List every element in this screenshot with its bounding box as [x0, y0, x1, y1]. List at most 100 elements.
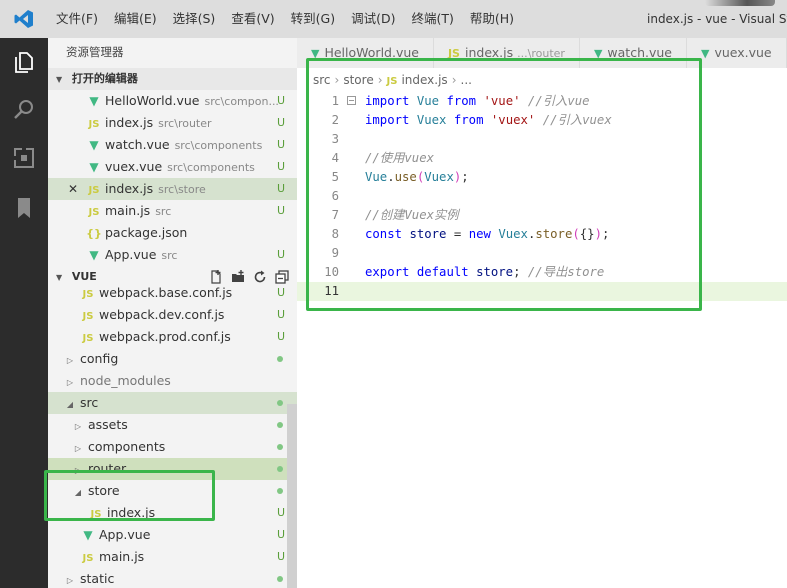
breadcrumb-item[interactable]: src: [313, 73, 331, 87]
folder-item[interactable]: ▷ node_modules: [48, 370, 297, 392]
folder-item[interactable]: ◢ store: [48, 480, 297, 502]
open-editor-item[interactable]: ▼ App.vue src U: [48, 244, 297, 266]
tab-label: index.js: [464, 45, 514, 60]
folder-item[interactable]: ▷ components: [48, 436, 297, 458]
menu-item[interactable]: 查看(V): [223, 0, 282, 38]
folder-name: config: [80, 351, 119, 366]
fold-icon[interactable]: [347, 96, 356, 105]
chevron-right-icon[interactable]: ▷: [72, 416, 84, 438]
menu-item[interactable]: 终端(T): [403, 0, 461, 38]
code-line[interactable]: 7 //创建Vuex实例: [297, 206, 787, 225]
menu-item[interactable]: 调试(D): [343, 0, 403, 38]
editor-tabs: ▼ HelloWorld.vue JS index.js ...\router ▼ watc…: [297, 38, 787, 68]
code-editor[interactable]: src › store › JS index.js ›... 1 import Vue fro…: [297, 68, 787, 588]
chevron-right-icon[interactable]: ▷: [72, 438, 84, 460]
file-name: webpack.base.conf.js: [99, 285, 233, 300]
code-token: ): [594, 227, 602, 241]
folder-item[interactable]: ▷ router: [48, 458, 297, 480]
extensions-icon[interactable]: [12, 146, 36, 170]
code-line[interactable]: 10 export default store; //导出store: [297, 263, 787, 282]
breadcrumb-item[interactable]: index.js: [401, 73, 447, 87]
chevron-right-icon[interactable]: ▷: [72, 460, 84, 482]
modified-dot: [277, 466, 283, 472]
close-icon[interactable]: ✕: [68, 178, 78, 200]
file-item[interactable]: JS webpack.dev.conf.js U: [48, 304, 297, 326]
explorer-icon[interactable]: [12, 50, 36, 74]
tab-label: watch.vue: [607, 45, 672, 60]
code-token: =: [446, 227, 469, 241]
folder-name: components: [88, 439, 166, 454]
open-editor-item[interactable]: JS index.js src\router U: [48, 112, 297, 134]
vue-file-icon: ▼: [83, 528, 93, 542]
code-token: 'vue': [483, 94, 521, 108]
code-line[interactable]: 6: [297, 187, 787, 206]
code-token: ;: [602, 227, 610, 241]
menu-item[interactable]: 帮助(H): [462, 0, 522, 38]
open-editor-item[interactable]: ▼ vuex.vue src\components U: [48, 156, 297, 178]
file-item[interactable]: JS webpack.base.conf.js U: [48, 282, 297, 304]
code-token: Vue: [416, 94, 440, 108]
open-editor-item[interactable]: ▼ HelloWorld.vue src\compon... U: [48, 90, 297, 112]
code-line[interactable]: 4 //使用vuex: [297, 149, 787, 168]
folder-item[interactable]: ▷ config: [48, 348, 297, 370]
code-line[interactable]: 11: [297, 282, 787, 301]
chevron-down-icon[interactable]: ◢: [64, 394, 76, 416]
editor-tab[interactable]: ▼ watch.vue: [579, 38, 687, 68]
folder-name: node_modules: [80, 373, 171, 388]
file-item[interactable]: JS main.js U: [48, 546, 297, 568]
menu-item[interactable]: 转到(G): [283, 0, 343, 38]
code-area[interactable]: 1 import Vue from 'vue' //引入vue 2 import Vu…: [297, 92, 787, 301]
editor-tab[interactable]: JS index.js ...\router: [433, 38, 580, 68]
open-editor-item[interactable]: ▼ watch.vue src\components U: [48, 134, 297, 156]
git-status-badge: U: [276, 550, 285, 563]
file-item[interactable]: JS index.js U: [48, 502, 297, 524]
chevron-down-icon[interactable]: ◢: [72, 482, 84, 504]
file-item[interactable]: ▼ App.vue U: [48, 524, 297, 546]
editor-tab[interactable]: ▼ vuex.vue: [686, 38, 787, 68]
open-editor-item[interactable]: JS main.js src U: [48, 200, 297, 222]
file-path: src\compon...: [204, 95, 279, 108]
chevron-right-icon[interactable]: ▷: [64, 350, 76, 372]
folder-item[interactable]: ◢ src: [48, 392, 297, 414]
menu-item[interactable]: 编辑(E): [106, 0, 165, 38]
bookmark-icon[interactable]: [12, 196, 36, 220]
sidebar-scrollbar[interactable]: [287, 404, 297, 588]
open-editors-header[interactable]: ▼ 打开的编辑器: [48, 68, 297, 90]
file-item[interactable]: JS webpack.prod.conf.js U: [48, 326, 297, 348]
open-editor-item[interactable]: ✕ JS index.js src\store U: [48, 178, 297, 200]
git-status-badge: U: [276, 308, 285, 321]
code-line[interactable]: 8 const store = new Vuex.store({});: [297, 225, 787, 244]
code-line[interactable]: 2 import Vuex from 'vuex' //引入vuex: [297, 111, 787, 130]
code-text: import Vue from 'vue' //引入vue: [365, 92, 590, 111]
code-line[interactable]: 3: [297, 130, 787, 149]
menu-item[interactable]: 选择(S): [165, 0, 224, 38]
folder-item[interactable]: ▷ static: [48, 568, 297, 588]
modified-dot: [277, 444, 283, 450]
file-name: HelloWorld.vue: [105, 93, 200, 108]
code-line[interactable]: 1 import Vue from 'vue' //引入vue: [297, 92, 787, 111]
folder-item[interactable]: ▷ assets: [48, 414, 297, 436]
open-editor-item[interactable]: {} package.json: [48, 222, 297, 244]
code-token: new: [468, 227, 491, 241]
breadcrumb-item[interactable]: store: [343, 73, 373, 87]
file-name: index.js: [105, 115, 154, 130]
editor-tab[interactable]: ▼ HelloWorld.vue: [297, 38, 434, 68]
code-text: //创建Vuex实例: [365, 206, 459, 225]
code-line[interactable]: 5 Vue.use(Vuex);: [297, 168, 787, 187]
code-line[interactable]: 9: [297, 244, 787, 263]
chevron-right-icon[interactable]: ▷: [64, 372, 76, 394]
chevron-right-icon[interactable]: ▷: [64, 570, 76, 588]
js-file-icon: JS: [386, 76, 398, 87]
menu-item[interactable]: 文件(F): [48, 0, 106, 38]
modified-dot: [277, 422, 283, 428]
breadcrumb-item[interactable]: ...: [461, 73, 472, 87]
git-status-badge: U: [276, 160, 285, 173]
search-icon[interactable]: [12, 98, 36, 122]
file-name: App.vue: [105, 247, 157, 262]
code-token: import: [365, 113, 410, 127]
